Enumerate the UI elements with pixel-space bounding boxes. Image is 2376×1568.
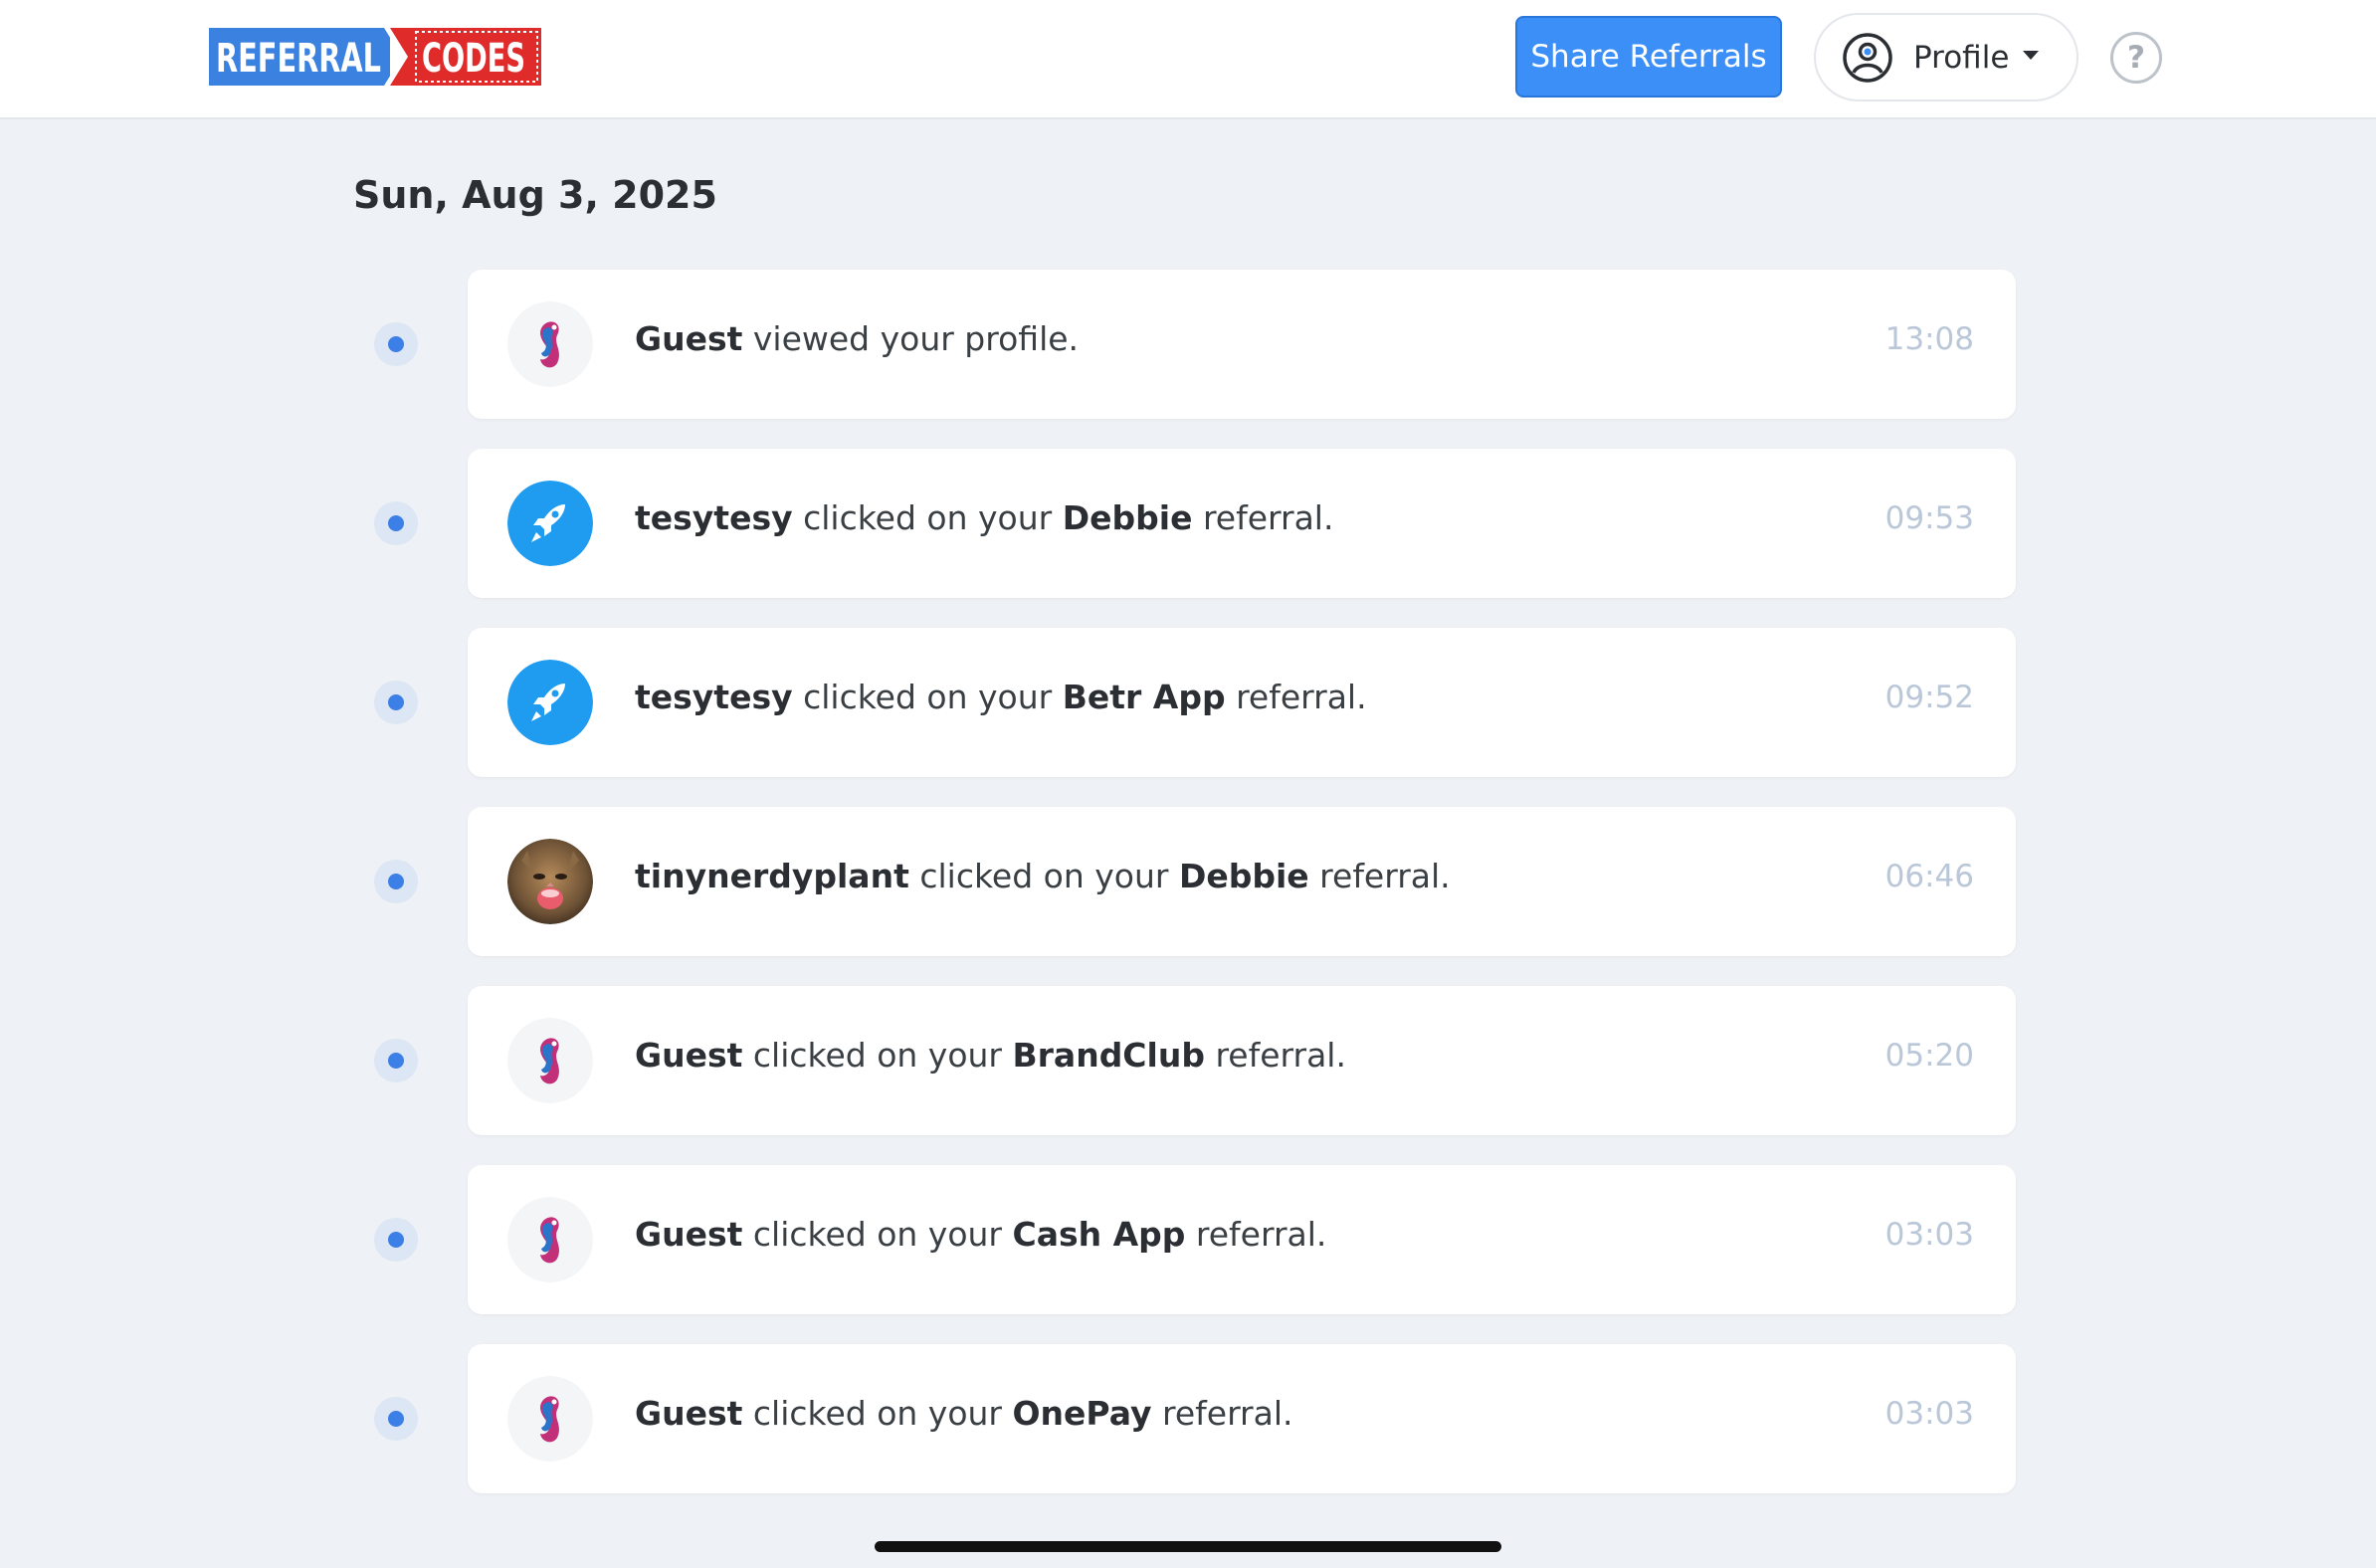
user-avatar — [507, 481, 593, 566]
activity-time: 06:46 — [1884, 859, 1974, 894]
activity-feed: Guest viewed your profile. 13:08 tesytes… — [0, 0, 2376, 1568]
activity-time: 09:53 — [1884, 500, 1974, 536]
activity-suffix: referral. — [1236, 678, 1367, 716]
activity-time: 03:03 — [1884, 1217, 1974, 1253]
activity-time: 03:03 — [1884, 1396, 1974, 1432]
activity-row: Guest clicked on your BrandClub referral… — [0, 986, 2376, 1135]
activity-action: clicked on your — [919, 857, 1169, 895]
activity-action: viewed your profile. — [752, 319, 1080, 358]
activity-card[interactable]: tesytesy clicked on your Betr App referr… — [468, 628, 2016, 777]
user-avatar — [507, 660, 593, 745]
unread-dot-icon — [374, 322, 418, 366]
activity-action: clicked on your — [752, 1036, 1002, 1075]
activity-card[interactable]: tesytesy clicked on your Debbie referral… — [468, 449, 2016, 598]
activity-row: tesytesy clicked on your Debbie referral… — [0, 449, 2376, 598]
activity-brand: Cash App — [1012, 1215, 1186, 1254]
activity-card[interactable]: Guest clicked on your OnePay referral. 0… — [468, 1344, 2016, 1493]
guest-avatar — [507, 301, 593, 387]
home-indicator — [875, 1541, 1501, 1552]
activity-suffix: referral. — [1162, 1394, 1293, 1433]
activity-time: 09:52 — [1884, 680, 1974, 715]
activity-row: Guest clicked on your OnePay referral. 0… — [0, 1344, 2376, 1493]
activity-suffix: referral. — [1195, 1215, 1327, 1254]
user-avatar — [507, 839, 593, 924]
activity-row: tinynerdyplant clicked on your Debbie re… — [0, 807, 2376, 956]
unread-dot-icon — [374, 860, 418, 903]
activity-message: Guest clicked on your BrandClub referral… — [635, 1036, 1346, 1075]
cat-photo-icon — [507, 839, 593, 924]
activity-actor: Guest — [635, 1215, 743, 1254]
guest-avatar — [507, 1018, 593, 1103]
activity-suffix: referral. — [1319, 857, 1451, 895]
activity-actor: tesytesy — [635, 678, 793, 716]
activity-brand: Debbie — [1178, 857, 1309, 895]
activity-actor: Guest — [635, 319, 743, 358]
activity-message: tesytesy clicked on your Debbie referral… — [635, 498, 1333, 537]
activity-brand: Betr App — [1062, 678, 1226, 716]
activity-action: clicked on your — [752, 1215, 1002, 1254]
guest-logo-icon — [507, 301, 593, 387]
guest-avatar — [507, 1197, 593, 1282]
activity-message: tinynerdyplant clicked on your Debbie re… — [635, 857, 1451, 895]
activity-row: Guest viewed your profile. 13:08 — [0, 270, 2376, 419]
activity-time: 05:20 — [1884, 1038, 1974, 1074]
activity-time: 13:08 — [1884, 321, 1974, 357]
activity-brand: OnePay — [1012, 1394, 1152, 1433]
activity-actor: tinynerdyplant — [635, 857, 909, 895]
activity-card[interactable]: tinynerdyplant clicked on your Debbie re… — [468, 807, 2016, 956]
activity-message: Guest viewed your profile. — [635, 319, 1079, 358]
activity-brand: BrandClub — [1012, 1036, 1205, 1075]
activity-suffix: referral. — [1215, 1036, 1346, 1075]
activity-message: Guest clicked on your Cash App referral. — [635, 1215, 1326, 1254]
activity-card[interactable]: Guest clicked on your Cash App referral.… — [468, 1165, 2016, 1314]
activity-action: clicked on your — [803, 498, 1053, 537]
activity-message: Guest clicked on your OnePay referral. — [635, 1394, 1293, 1433]
unread-dot-icon — [374, 1397, 418, 1441]
activity-card[interactable]: Guest clicked on your BrandClub referral… — [468, 986, 2016, 1135]
unread-dot-icon — [374, 681, 418, 724]
activity-message: tesytesy clicked on your Betr App referr… — [635, 678, 1367, 716]
activity-row: Guest clicked on your Cash App referral.… — [0, 1165, 2376, 1314]
activity-actor: Guest — [635, 1036, 743, 1075]
activity-brand: Debbie — [1062, 498, 1193, 537]
guest-logo-icon — [507, 1376, 593, 1462]
unread-dot-icon — [374, 1039, 418, 1082]
guest-logo-icon — [507, 1018, 593, 1103]
activity-card[interactable]: Guest viewed your profile. 13:08 — [468, 270, 2016, 419]
guest-avatar — [507, 1376, 593, 1462]
activity-row: tesytesy clicked on your Betr App referr… — [0, 628, 2376, 777]
rocket-icon — [507, 481, 593, 566]
activity-suffix: referral. — [1202, 498, 1334, 537]
unread-dot-icon — [374, 501, 418, 545]
activity-action: clicked on your — [752, 1394, 1002, 1433]
activity-action: clicked on your — [803, 678, 1053, 716]
activity-actor: tesytesy — [635, 498, 793, 537]
guest-logo-icon — [507, 1197, 593, 1282]
unread-dot-icon — [374, 1218, 418, 1262]
activity-actor: Guest — [635, 1394, 743, 1433]
rocket-icon — [507, 660, 593, 745]
